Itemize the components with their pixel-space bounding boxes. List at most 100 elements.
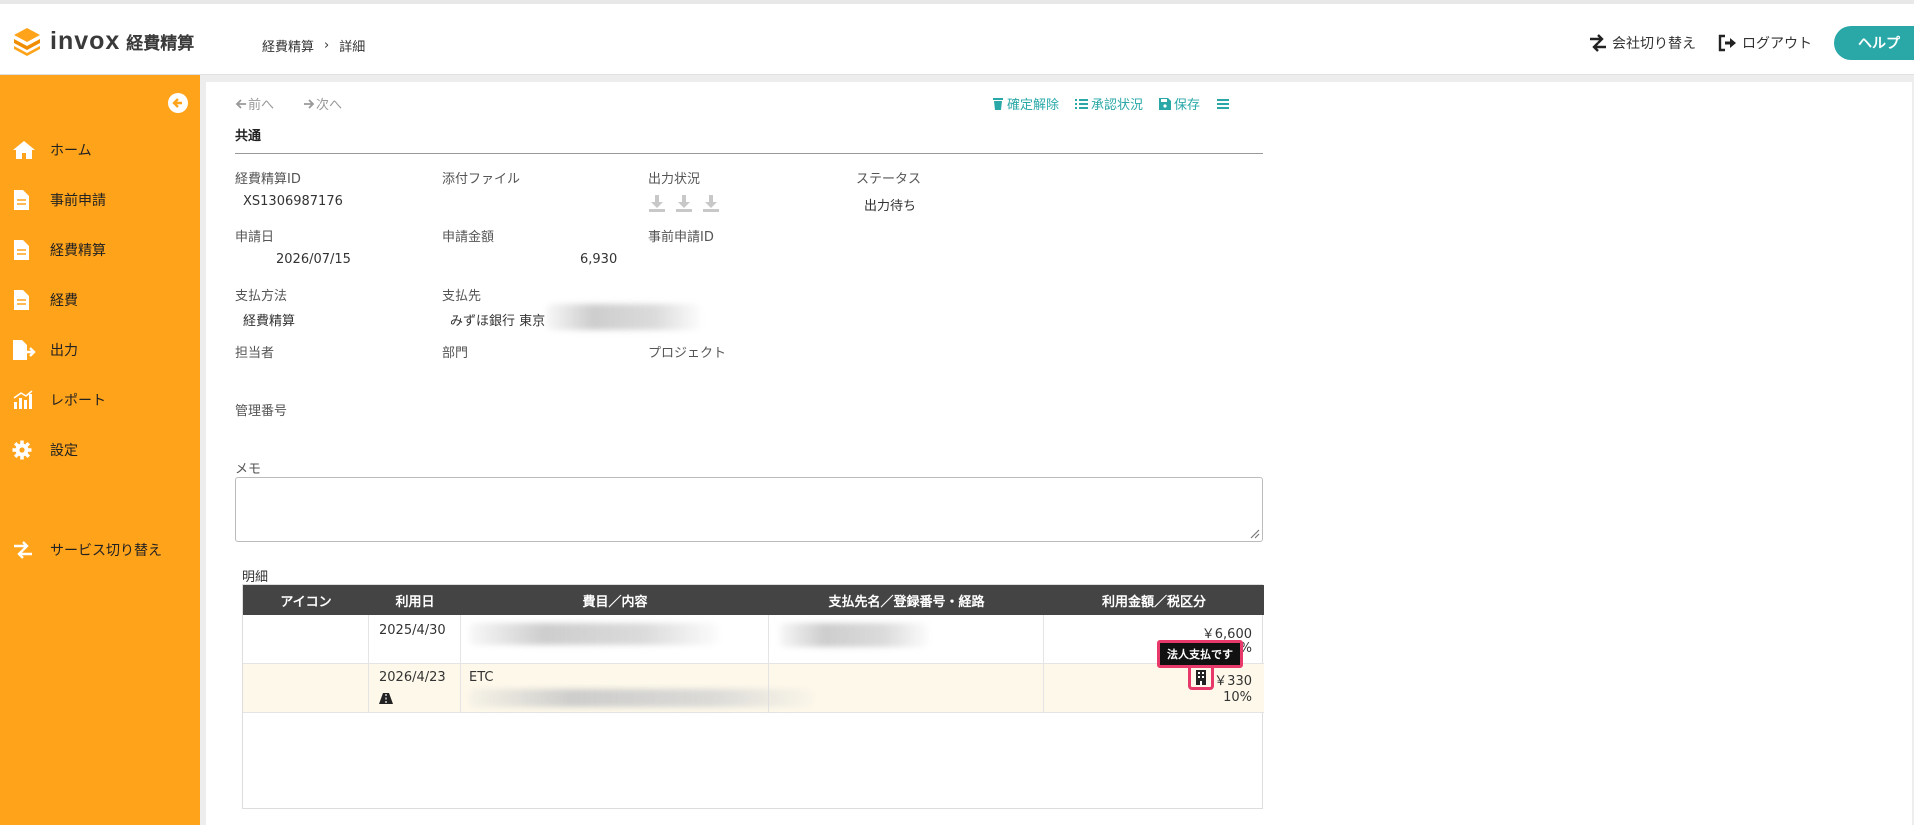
logout-link[interactable]: ログアウト xyxy=(1718,33,1812,53)
sidebar-item-label: ホーム xyxy=(50,143,92,159)
sidebar-item-label: 経費精算 xyxy=(50,243,106,259)
document-icon xyxy=(12,289,38,311)
switch-icon xyxy=(12,539,38,561)
breadcrumb: 経費精算 › 詳細 xyxy=(262,36,365,55)
logout-label: ログアウト xyxy=(1742,36,1812,52)
sidebar-item-label: サービス切り替え xyxy=(50,543,162,559)
help-button[interactable]: ヘルプ xyxy=(1834,26,1914,60)
hamburger-menu-icon xyxy=(1217,98,1230,109)
chevron-right-icon: › xyxy=(324,38,330,53)
section-title: 共通 xyxy=(235,129,262,144)
column-header-content: 費目／内容 xyxy=(582,594,648,610)
save-icon xyxy=(1159,97,1172,110)
column-header-icon: アイコン xyxy=(280,594,332,610)
row-date: 2026/4/23 xyxy=(379,670,446,685)
row-content: ETC xyxy=(469,670,494,685)
status-label: ステータス xyxy=(856,172,922,187)
sidebar-item-expense[interactable]: 経費精算 xyxy=(12,235,192,265)
sidebar-item-expenses[interactable]: 経費 xyxy=(12,285,192,315)
sidebar-item-home[interactable]: ホーム xyxy=(12,135,192,165)
sidebar-item-service-switch[interactable]: サービス切り替え xyxy=(12,535,192,565)
output-status-icons xyxy=(648,194,729,216)
payee-label: 支払先 xyxy=(442,289,482,304)
sidebar-item-label: 出力 xyxy=(50,343,78,359)
prev-label: 前へ xyxy=(248,98,275,113)
save-button[interactable]: 保存 xyxy=(1159,94,1200,113)
redacted-route xyxy=(469,689,814,707)
trash-icon xyxy=(993,98,1003,110)
row-date: 2025/4/30 xyxy=(379,623,446,638)
switch-company-label: 会社切り替え xyxy=(1612,36,1696,52)
payee-value: みずほ銀行 東京 xyxy=(450,314,546,329)
sidebar: ホーム 事前申請 経費精算 経費 出力 レポート 設定 サービス切り替え xyxy=(0,75,200,825)
details-table: アイコン 利用日 費目／内容 支払先名／登録番号・経路 利用金額／税区分 202… xyxy=(242,584,1264,809)
download-icon[interactable] xyxy=(675,194,693,216)
table-row[interactable]: 2025/4/30 ￥6,600 % xyxy=(243,615,1264,664)
logout-icon xyxy=(1718,34,1736,52)
status-value: 出力待ち xyxy=(864,199,917,214)
download-icon[interactable] xyxy=(702,194,720,216)
gear-icon xyxy=(12,439,38,461)
breadcrumb-item-expense[interactable]: 経費精算 xyxy=(262,36,314,55)
document-icon xyxy=(12,239,38,261)
building-icon xyxy=(1196,669,1206,685)
app-logo[interactable]: invox 経費精算 xyxy=(12,26,194,56)
prev-button[interactable]: 前へ xyxy=(234,94,288,113)
amount-label: 申請金額 xyxy=(442,230,495,245)
sidebar-item-pre-application[interactable]: 事前申請 xyxy=(12,185,192,215)
sidebar-item-label: レポート xyxy=(50,393,106,409)
sidebar-item-label: 設定 xyxy=(50,443,78,459)
save-label: 保存 xyxy=(1174,98,1201,113)
column-header-date: 利用日 xyxy=(395,594,435,610)
next-button[interactable]: 次へ xyxy=(302,94,356,113)
table-header: アイコン 利用日 費目／内容 支払先名／登録番号・経路 利用金額／税区分 xyxy=(243,585,1264,615)
details-title: 明細 xyxy=(242,570,269,585)
logo-subtitle: 経費精算 xyxy=(126,33,195,54)
home-icon xyxy=(12,139,38,161)
department-label: 部門 xyxy=(442,346,469,361)
switch-company-link[interactable]: 会社切り替え xyxy=(1588,33,1696,53)
redacted-payee xyxy=(546,304,701,330)
road-icon xyxy=(379,693,393,704)
management-no-label: 管理番号 xyxy=(235,404,288,419)
sidebar-item-report[interactable]: レポート xyxy=(12,385,192,415)
arrow-left-icon xyxy=(235,98,246,109)
section-divider xyxy=(235,153,1263,154)
project-label: プロジェクト xyxy=(648,346,727,361)
unconfirm-button[interactable]: 確定解除 xyxy=(992,94,1059,113)
list-icon xyxy=(1075,98,1089,109)
row-tax: 10% xyxy=(1223,690,1252,705)
document-icon xyxy=(12,189,38,211)
logo-text: invox xyxy=(50,26,121,55)
unconfirm-label: 確定解除 xyxy=(1007,98,1060,113)
approval-status-button[interactable]: 承認状況 xyxy=(1075,94,1143,113)
table-row[interactable]: 2026/4/23 ETC ￥330 10% xyxy=(243,664,1264,713)
next-label: 次へ xyxy=(316,98,343,113)
chart-icon xyxy=(12,389,38,411)
logo-icon xyxy=(14,28,40,56)
attachment-label: 添付ファイル xyxy=(442,172,521,187)
download-icon[interactable] xyxy=(648,194,666,216)
output-status-label: 出力状況 xyxy=(648,172,701,187)
sidebar-item-label: 事前申請 xyxy=(50,193,106,209)
sidebar-collapse-button[interactable] xyxy=(168,93,188,113)
resize-grip-icon[interactable] xyxy=(1250,529,1260,539)
memo-label: メモ xyxy=(235,462,262,477)
sidebar-item-output[interactable]: 出力 xyxy=(12,335,192,365)
corporate-payment-tooltip: 法人支払です xyxy=(1157,640,1243,668)
amount-value: 6,930 xyxy=(580,252,618,267)
sidebar-item-label: 経費 xyxy=(50,293,78,309)
expense-id-label: 経費精算ID xyxy=(235,172,301,187)
menu-button[interactable] xyxy=(1216,94,1233,113)
arrow-right-icon xyxy=(304,98,315,109)
approval-status-label: 承認状況 xyxy=(1091,98,1144,113)
expense-id-value: XS1306987176 xyxy=(243,194,343,209)
pre-application-id-label: 事前申請ID xyxy=(648,230,714,245)
column-header-payee: 支払先名／登録番号・経路 xyxy=(828,594,985,610)
breadcrumb-item-detail: 詳細 xyxy=(339,40,366,55)
sidebar-item-settings[interactable]: 設定 xyxy=(12,435,192,465)
payment-method-value: 経費精算 xyxy=(243,314,296,329)
redacted-payee xyxy=(779,623,929,647)
apply-date-label: 申請日 xyxy=(235,230,275,245)
memo-textarea[interactable] xyxy=(235,477,1263,542)
